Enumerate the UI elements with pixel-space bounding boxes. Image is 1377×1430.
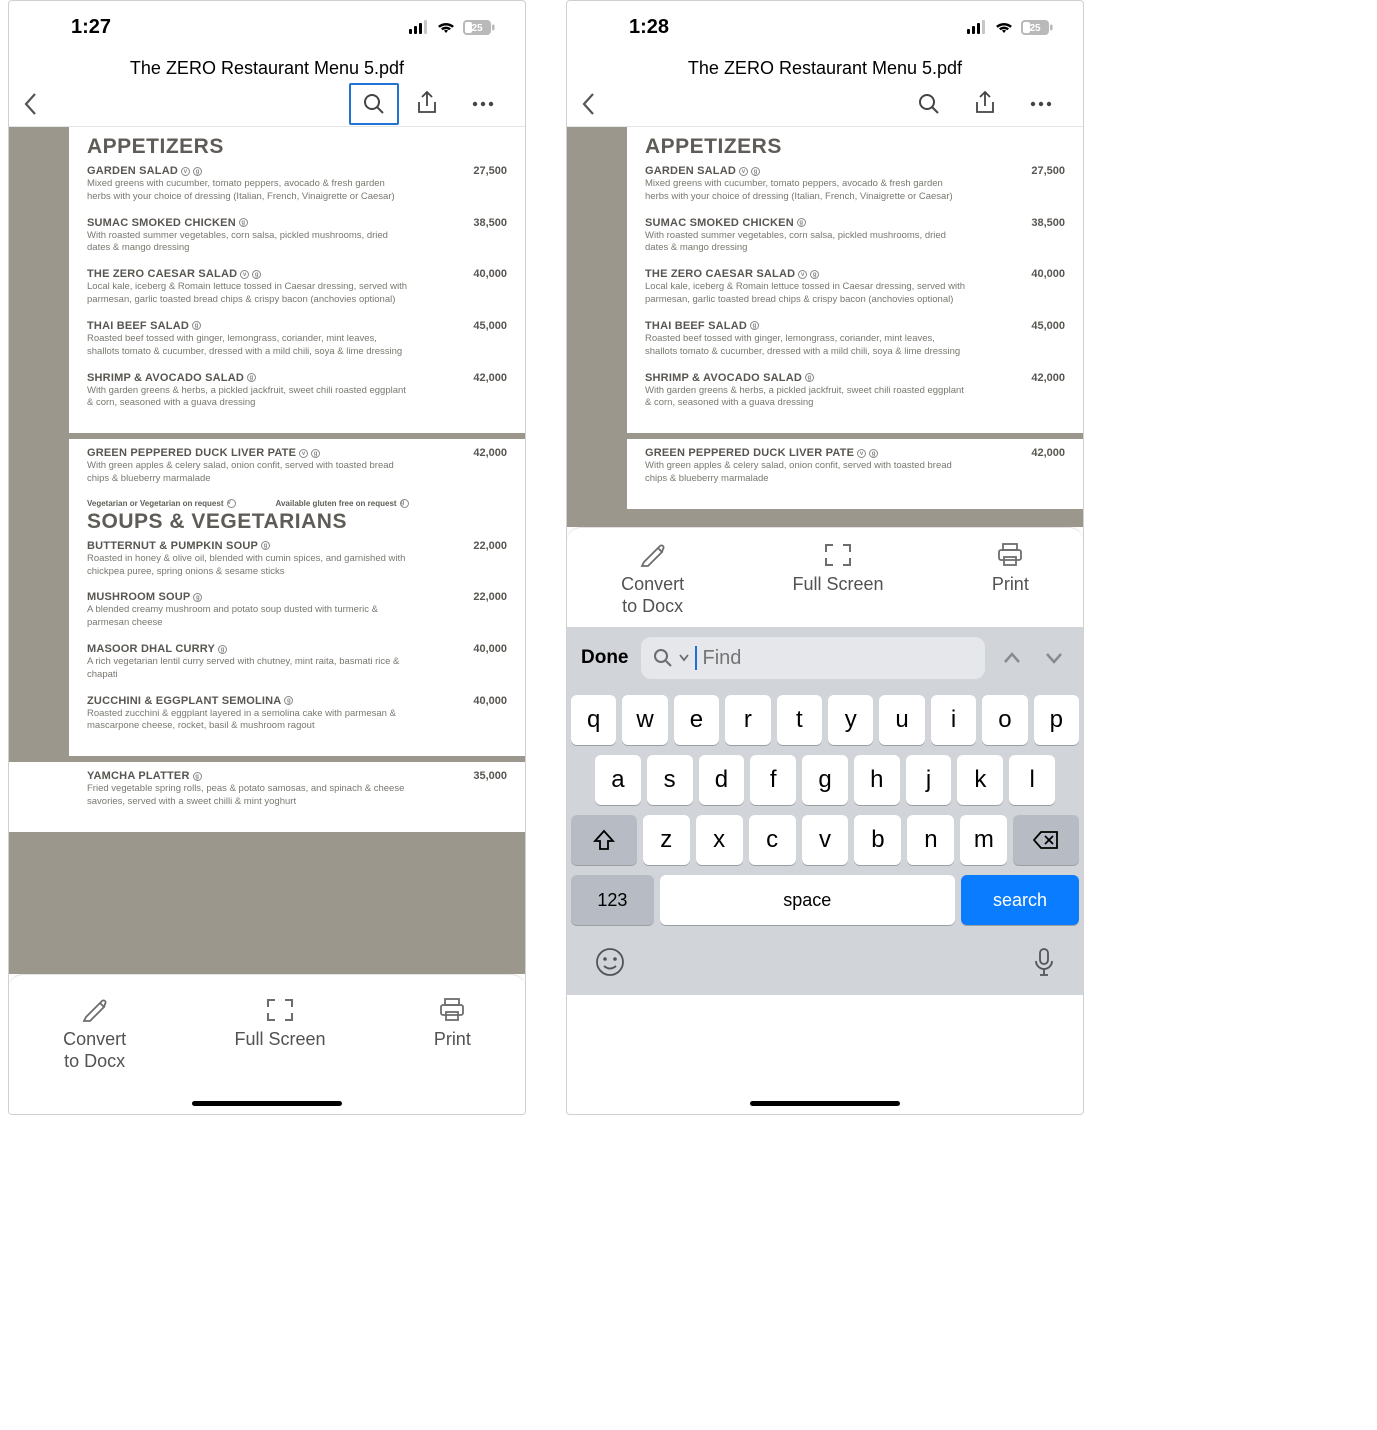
key-a[interactable]: a: [595, 755, 641, 805]
key-x[interactable]: x: [696, 815, 743, 865]
find-text-field[interactable]: [703, 647, 974, 670]
shift-key[interactable]: [571, 815, 637, 865]
key-c[interactable]: c: [749, 815, 796, 865]
phone-right: 1:28 25 The ZERO Restaurant Menu 5.pdf A…: [566, 0, 1084, 1115]
key-l[interactable]: l: [1009, 755, 1055, 805]
menu-item: THE ZERO CAESAR SALADvgLocal kale, icebe…: [87, 268, 507, 307]
key-n[interactable]: n: [907, 815, 954, 865]
key-q[interactable]: q: [571, 695, 616, 745]
menu-item: GREEN PEPPERED DUCK LIVER PATEvgWith gre…: [87, 447, 507, 486]
key-i[interactable]: i: [931, 695, 976, 745]
nav-title: The ZERO Restaurant Menu 5.pdf: [9, 53, 525, 81]
status-bar: 1:28 25: [567, 1, 1083, 53]
status-time: 1:27: [71, 16, 111, 39]
search-icon[interactable]: [901, 92, 957, 116]
key-r[interactable]: r: [725, 695, 770, 745]
fullscreen-button[interactable]: Full Screen: [792, 542, 883, 617]
fullscreen-button[interactable]: Full Screen: [234, 997, 325, 1051]
status-time: 1:28: [629, 16, 669, 39]
text-cursor: [695, 646, 697, 670]
nav-toolbar: [9, 81, 525, 127]
menu-item: MASOOR DHAL CURRYgA rich vegetarian lent…: [87, 643, 507, 682]
share-icon[interactable]: [957, 91, 1013, 117]
convert-to-docx-button[interactable]: Convert to Docx: [621, 542, 684, 617]
mic-key[interactable]: [1033, 947, 1055, 995]
find-prev-button[interactable]: [997, 651, 1027, 665]
key-t[interactable]: t: [777, 695, 822, 745]
key-d[interactable]: d: [699, 755, 745, 805]
key-s[interactable]: s: [647, 755, 693, 805]
menu-item: MUSHROOM SOUPgA blended creamy mushroom …: [87, 591, 507, 630]
menu-item: YAMCHA PLATTERgFried vegetable spring ro…: [87, 770, 507, 809]
menu-item: GARDEN SALADvgMixed greens with cucumber…: [87, 165, 507, 204]
section-soups: SOUPS & VEGETARIANS: [87, 510, 507, 534]
menu-item: THAI BEEF SALADgRoasted beef tossed with…: [87, 320, 507, 359]
diet-notes: Vegetarian or Vegetarian on requestvAvai…: [87, 499, 507, 508]
search-key[interactable]: search: [961, 875, 1079, 925]
menu-item: BUTTERNUT & PUMPKIN SOUPgRoasted in hone…: [87, 540, 507, 579]
key-y[interactable]: y: [828, 695, 873, 745]
numbers-key[interactable]: 123: [571, 875, 654, 925]
bottom-toolbar: Convert to Docx Full Screen Print: [9, 974, 525, 1114]
status-bar: 1:27 25: [9, 1, 525, 53]
mini-toolbar: Convert to Docx Full Screen Print: [567, 527, 1083, 627]
doc-viewport[interactable]: APPETIZERS GARDEN SALADvgMixed greens wi…: [567, 127, 1083, 527]
key-b[interactable]: b: [854, 815, 901, 865]
key-v[interactable]: v: [802, 815, 849, 865]
chevron-down-icon: [679, 654, 689, 662]
key-u[interactable]: u: [879, 695, 924, 745]
section-appetizers: APPETIZERS: [87, 135, 507, 159]
search-icon[interactable]: [349, 83, 399, 125]
print-button[interactable]: Print: [992, 542, 1029, 617]
back-button[interactable]: [581, 92, 611, 116]
find-input[interactable]: [641, 637, 986, 679]
key-j[interactable]: j: [906, 755, 952, 805]
share-icon[interactable]: [399, 91, 455, 117]
nav-toolbar: [567, 81, 1083, 127]
wifi-icon: [436, 20, 456, 34]
svg-text:25: 25: [471, 23, 483, 34]
print-button[interactable]: Print: [434, 997, 471, 1051]
menu-item: SHRIMP & AVOCADO SALADgWith garden green…: [87, 372, 507, 411]
home-indicator[interactable]: [750, 1101, 900, 1106]
battery-icon: 25: [463, 20, 495, 35]
key-k[interactable]: k: [957, 755, 1003, 805]
key-m[interactable]: m: [960, 815, 1007, 865]
nav-title: The ZERO Restaurant Menu 5.pdf: [567, 53, 1083, 81]
menu-item: ZUCCHINI & EGGPLANT SEMOLINAgRoasted zuc…: [87, 695, 507, 734]
signal-icon: [409, 20, 429, 34]
section-appetizers: APPETIZERS: [645, 135, 1065, 159]
backspace-key[interactable]: [1013, 815, 1079, 865]
key-o[interactable]: o: [982, 695, 1027, 745]
battery-icon: 25: [1021, 20, 1053, 35]
keyboard: Done qwertyuiop asdfghjkl zxcvbnm 123 sp…: [567, 627, 1083, 995]
signal-icon: [967, 20, 987, 34]
key-g[interactable]: g: [802, 755, 848, 805]
home-indicator[interactable]: [192, 1101, 342, 1106]
find-next-button[interactable]: [1039, 651, 1069, 665]
convert-to-docx-button[interactable]: Convert to Docx: [63, 997, 126, 1072]
key-e[interactable]: e: [674, 695, 719, 745]
key-h[interactable]: h: [854, 755, 900, 805]
key-w[interactable]: w: [622, 695, 667, 745]
phone-left: 1:27 25 The ZERO Restaurant Menu 5.pdf: [8, 0, 526, 1115]
space-key[interactable]: space: [660, 875, 955, 925]
menu-item: SUMAC SMOKED CHICKENgWith roasted summer…: [87, 217, 507, 256]
done-button[interactable]: Done: [581, 647, 629, 669]
back-button[interactable]: [23, 92, 53, 116]
key-f[interactable]: f: [750, 755, 796, 805]
svg-text:25: 25: [1029, 23, 1041, 34]
wifi-icon: [994, 20, 1014, 34]
more-icon[interactable]: [455, 101, 511, 107]
doc-viewport[interactable]: APPETIZERS GARDEN SALADvgMixed greens wi…: [9, 127, 525, 974]
key-p[interactable]: p: [1034, 695, 1079, 745]
emoji-key[interactable]: [595, 947, 625, 995]
key-z[interactable]: z: [643, 815, 690, 865]
more-icon[interactable]: [1013, 101, 1069, 107]
